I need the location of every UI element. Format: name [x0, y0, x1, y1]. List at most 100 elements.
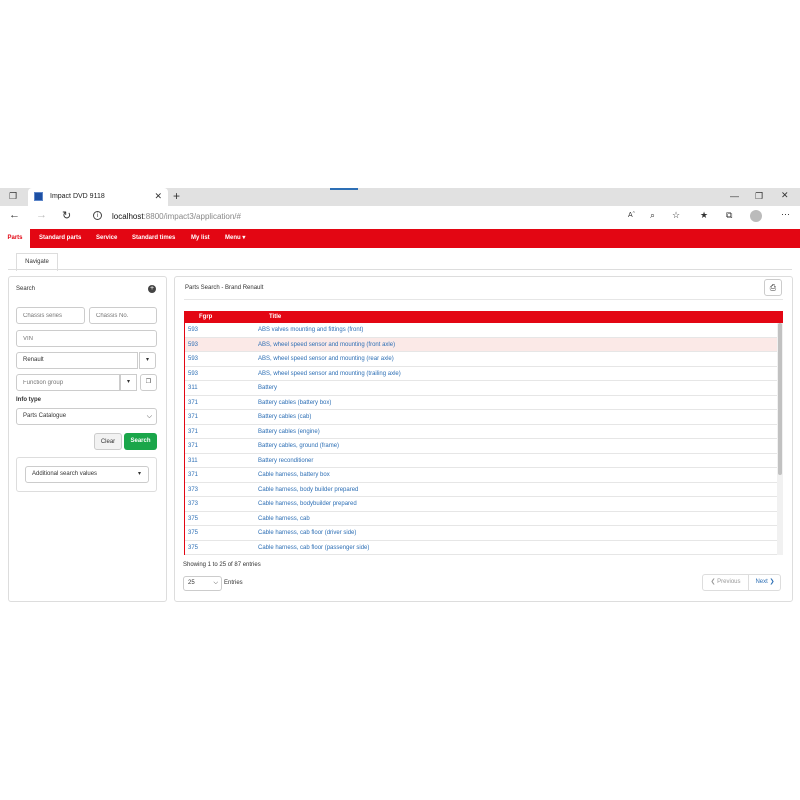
table-row[interactable]: 593 ABS, wheel speed sensor and mounting …: [184, 337, 777, 352]
column-fgrp[interactable]: Fgrp: [199, 311, 212, 323]
favorites-icon[interactable]: ★: [700, 210, 708, 221]
fgrp-link[interactable]: 311: [188, 454, 198, 468]
fgrp-link[interactable]: 371: [188, 396, 198, 410]
clear-button[interactable]: Clear: [94, 433, 122, 450]
favicon-icon: [34, 192, 43, 201]
close-tab-icon[interactable]: ✕: [154, 191, 162, 202]
table-row[interactable]: 593 ABS valves mounting and fittings (fro…: [184, 323, 777, 338]
vin-input[interactable]: [16, 330, 157, 347]
url-path: :8800/impact3/application/#: [143, 212, 241, 221]
table-row[interactable]: 375 Cable harness, cab: [184, 512, 777, 526]
site-info-icon[interactable]: i: [93, 211, 102, 220]
fgrp-link[interactable]: 371: [188, 439, 198, 453]
nav-menu[interactable]: Menu ▾: [225, 229, 245, 248]
table-row[interactable]: 371 Battery cables, ground (frame): [184, 439, 777, 454]
search-button[interactable]: Search: [124, 433, 157, 450]
title-link[interactable]: ABS, wheel speed sensor and mounting (re…: [258, 352, 394, 366]
info-type-value: Parts Catalogue: [23, 413, 67, 419]
info-type-select[interactable]: Parts Catalogue ⌵: [16, 408, 157, 425]
title-link[interactable]: Cable harness, cab floor (driver side): [258, 526, 356, 540]
additional-search-dropdown[interactable]: Additional search values ▾: [25, 466, 149, 483]
table-row[interactable]: 311 Battery: [184, 381, 777, 396]
table-row[interactable]: 311 Battery reconditioner: [184, 454, 777, 468]
chassis-no-input[interactable]: [89, 307, 157, 324]
brand-dropdown-icon[interactable]: ▾: [139, 352, 156, 369]
fgrp-link[interactable]: 371: [188, 425, 198, 439]
fgrp-link[interactable]: 593: [188, 338, 198, 352]
close-window-icon[interactable]: ✕: [781, 190, 789, 201]
fgrp-link[interactable]: 593: [188, 352, 198, 366]
url-field[interactable]: localhost:8800/impact3/application/#: [112, 212, 241, 221]
title-link[interactable]: ABS, wheel speed sensor and mounting (tr…: [258, 367, 401, 381]
title-link[interactable]: Battery reconditioner: [258, 454, 313, 468]
fgrp-link[interactable]: 593: [188, 323, 198, 337]
refresh-icon[interactable]: ↻: [62, 209, 71, 222]
nav-parts[interactable]: Parts: [0, 229, 30, 248]
fgrp-link[interactable]: 371: [188, 468, 198, 482]
table-row[interactable]: 593 ABS, wheel speed sensor and mounting …: [184, 367, 777, 381]
table-row[interactable]: 593 ABS, wheel speed sensor and mounting …: [184, 352, 777, 367]
browser-tab[interactable]: Impact DVD 9118 ✕: [28, 188, 168, 206]
more-menu-icon[interactable]: ⋯: [781, 209, 790, 220]
table-row[interactable]: 371 Battery cables (battery box): [184, 396, 777, 410]
table-row[interactable]: 371 Battery cables (cab): [184, 410, 777, 425]
favorite-add-icon[interactable]: ☆: [672, 210, 680, 221]
title-link[interactable]: ABS valves mounting and fittings (front): [258, 323, 363, 337]
tab-actions-icon[interactable]: ❐: [9, 191, 17, 202]
nav-standard-parts[interactable]: Standard parts: [39, 229, 81, 248]
back-icon[interactable]: ←: [9, 209, 20, 221]
table-row[interactable]: 373 Cable harness, body builder prepared: [184, 483, 777, 497]
fgrp-link[interactable]: 311: [188, 381, 198, 395]
function-group-input[interactable]: [16, 374, 120, 391]
add-search-icon[interactable]: +: [148, 285, 156, 293]
nav-service[interactable]: Service: [96, 229, 117, 248]
profile-avatar[interactable]: [750, 210, 762, 222]
brand-select[interactable]: Renault: [16, 352, 138, 369]
forward-icon[interactable]: →: [36, 209, 47, 221]
fgrp-link[interactable]: 375: [188, 541, 198, 555]
zoom-icon[interactable]: ⌕: [650, 210, 655, 221]
restore-icon[interactable]: ❐: [755, 191, 763, 202]
fgrp-link[interactable]: 375: [188, 512, 198, 526]
pagination: ❮ Previous Next ❯: [702, 574, 781, 591]
fgrp-link[interactable]: 593: [188, 367, 198, 381]
title-link[interactable]: Battery cables (engine): [258, 425, 320, 439]
page-size-select[interactable]: 25 ⌵: [183, 576, 222, 591]
title-link[interactable]: Battery cables (battery box): [258, 396, 331, 410]
column-title[interactable]: Title: [269, 311, 281, 323]
fgrp-link[interactable]: 373: [188, 497, 198, 511]
collections-icon[interactable]: ⧉: [726, 210, 732, 221]
title-link[interactable]: Cable harness, battery box: [258, 468, 330, 482]
print-button[interactable]: ⎙: [764, 279, 782, 296]
previous-button[interactable]: ❮ Previous: [703, 575, 749, 590]
chassis-series-input[interactable]: [16, 307, 85, 324]
title-link[interactable]: Battery cables (cab): [258, 410, 311, 424]
results-title: Parts Search - Brand Renault: [185, 285, 264, 291]
table-row[interactable]: 375 Cable harness, cab floor (driver side…: [184, 526, 777, 541]
new-tab-button[interactable]: +: [173, 189, 180, 203]
title-link[interactable]: Cable harness, cab: [258, 512, 310, 526]
scrollbar-thumb[interactable]: [778, 323, 782, 475]
table-row[interactable]: 371 Battery cables (engine): [184, 425, 777, 439]
title-link[interactable]: Battery cables, ground (frame): [258, 439, 339, 453]
title-link[interactable]: Cable harness, cab floor (passenger side…: [258, 541, 369, 555]
fgrp-link[interactable]: 373: [188, 483, 198, 497]
next-button[interactable]: Next ❯: [749, 575, 781, 590]
fgrp-link[interactable]: 375: [188, 526, 198, 540]
function-group-browse-icon[interactable]: ❐: [140, 374, 157, 391]
table-scrollbar[interactable]: [777, 323, 783, 555]
nav-my-list[interactable]: My list: [191, 229, 210, 248]
title-link[interactable]: Cable harness, bodybuilder prepared: [258, 497, 357, 511]
table-row[interactable]: 375 Cable harness, cab floor (passenger s…: [184, 541, 777, 555]
table-row[interactable]: 371 Cable harness, battery box: [184, 468, 777, 483]
fgrp-link[interactable]: 371: [188, 410, 198, 424]
title-link[interactable]: Cable harness, body builder prepared: [258, 483, 358, 497]
title-link[interactable]: Battery: [258, 381, 277, 395]
table-row[interactable]: 373 Cable harness, bodybuilder prepared: [184, 497, 777, 512]
minimize-icon[interactable]: —: [730, 191, 739, 201]
nav-standard-times[interactable]: Standard times: [132, 229, 175, 248]
title-link[interactable]: ABS, wheel speed sensor and mounting (fr…: [258, 338, 395, 352]
read-aloud-icon[interactable]: Aˆ: [628, 212, 635, 219]
page-size-chevron-icon: ⌵: [213, 580, 218, 586]
function-group-dropdown-icon[interactable]: ▾: [120, 374, 137, 391]
